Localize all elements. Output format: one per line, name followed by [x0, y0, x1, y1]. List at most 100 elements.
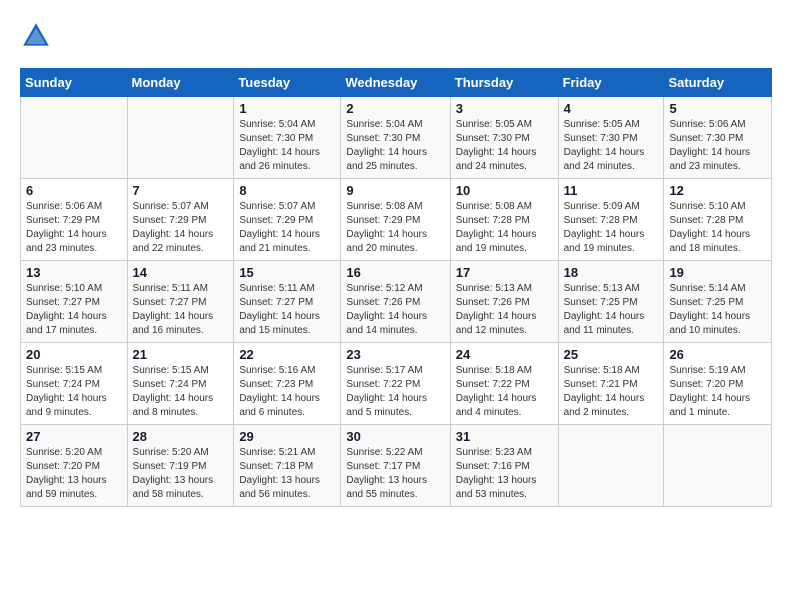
weekday-header: Saturday	[664, 69, 772, 97]
day-info: Sunrise: 5:06 AM Sunset: 7:30 PM Dayligh…	[669, 118, 766, 174]
day-number: 9	[346, 183, 444, 198]
day-number: 14	[133, 265, 229, 280]
calendar-cell	[127, 97, 234, 179]
day-info: Sunrise: 5:22 AM Sunset: 7:17 PM Dayligh…	[346, 446, 444, 502]
day-number: 18	[564, 265, 659, 280]
day-number: 17	[456, 265, 553, 280]
day-info: Sunrise: 5:12 AM Sunset: 7:26 PM Dayligh…	[346, 282, 444, 338]
weekday-header: Thursday	[450, 69, 558, 97]
day-number: 19	[669, 265, 766, 280]
day-info: Sunrise: 5:20 AM Sunset: 7:20 PM Dayligh…	[26, 446, 122, 502]
weekday-header: Friday	[558, 69, 664, 97]
calendar-cell: 25Sunrise: 5:18 AM Sunset: 7:21 PM Dayli…	[558, 343, 664, 425]
day-info: Sunrise: 5:19 AM Sunset: 7:20 PM Dayligh…	[669, 364, 766, 420]
day-number: 22	[239, 347, 335, 362]
calendar-cell	[21, 97, 128, 179]
weekday-header: Monday	[127, 69, 234, 97]
calendar-cell: 27 Sunrise: 5:20 AM Sunset: 7:20 PM Dayli…	[21, 425, 128, 507]
day-info: Sunrise: 5:20 AM Sunset: 7:19 PM Dayligh…	[133, 446, 229, 502]
day-number: 3	[456, 101, 553, 116]
calendar-cell: 15 Sunrise: 5:11 AM Sunset: 7:27 PM Dayli…	[234, 261, 341, 343]
calendar-cell: 21 Sunrise: 5:15 AM Sunset: 7:24 PM Dayli…	[127, 343, 234, 425]
page-header	[20, 20, 772, 52]
logo	[20, 20, 56, 52]
day-number: 8	[239, 183, 335, 198]
weekday-header: Sunday	[21, 69, 128, 97]
weekday-row: SundayMondayTuesdayWednesdayThursdayFrid…	[21, 69, 772, 97]
day-number: 23	[346, 347, 444, 362]
day-info: Sunrise: 5:10 AM Sunset: 7:28 PM Dayligh…	[669, 200, 766, 256]
calendar-cell: 4Sunrise: 5:05 AM Sunset: 7:30 PM Daylig…	[558, 97, 664, 179]
day-info: Sunrise: 5:10 AM Sunset: 7:27 PM Dayligh…	[26, 282, 122, 338]
calendar-cell: 29Sunrise: 5:21 AM Sunset: 7:18 PM Dayli…	[234, 425, 341, 507]
day-number: 24	[456, 347, 553, 362]
day-number: 16	[346, 265, 444, 280]
calendar-table: SundayMondayTuesdayWednesdayThursdayFrid…	[20, 68, 772, 507]
day-number: 10	[456, 183, 553, 198]
day-info: Sunrise: 5:15 AM Sunset: 7:24 PM Dayligh…	[133, 364, 229, 420]
day-info: Sunrise: 5:07 AM Sunset: 7:29 PM Dayligh…	[133, 200, 229, 256]
day-number: 13	[26, 265, 122, 280]
day-number: 15	[239, 265, 335, 280]
calendar-cell: 10 Sunrise: 5:08 AM Sunset: 7:28 PM Dayli…	[450, 179, 558, 261]
day-info: Sunrise: 5:18 AM Sunset: 7:21 PM Dayligh…	[564, 364, 659, 420]
day-number: 26	[669, 347, 766, 362]
calendar-cell	[664, 425, 772, 507]
day-number: 5	[669, 101, 766, 116]
week-row: 20Sunrise: 5:15 AM Sunset: 7:24 PM Dayli…	[21, 343, 772, 425]
calendar-cell: 12 Sunrise: 5:10 AM Sunset: 7:28 PM Dayli…	[664, 179, 772, 261]
calendar-cell: 16 Sunrise: 5:12 AM Sunset: 7:26 PM Dayli…	[341, 261, 450, 343]
weekday-header: Tuesday	[234, 69, 341, 97]
calendar-cell: 8 Sunrise: 5:07 AM Sunset: 7:29 PM Daylig…	[234, 179, 341, 261]
day-number: 28	[133, 429, 229, 444]
calendar-cell: 31Sunrise: 5:23 AM Sunset: 7:16 PM Dayli…	[450, 425, 558, 507]
day-info: Sunrise: 5:14 AM Sunset: 7:25 PM Dayligh…	[669, 282, 766, 338]
day-number: 21	[133, 347, 229, 362]
day-info: Sunrise: 5:04 AM Sunset: 7:30 PM Dayligh…	[346, 118, 444, 174]
week-row: 6 Sunrise: 5:06 AM Sunset: 7:29 PM Daylig…	[21, 179, 772, 261]
day-info: Sunrise: 5:07 AM Sunset: 7:29 PM Dayligh…	[239, 200, 335, 256]
day-info: Sunrise: 5:11 AM Sunset: 7:27 PM Dayligh…	[133, 282, 229, 338]
calendar-cell: 20Sunrise: 5:15 AM Sunset: 7:24 PM Dayli…	[21, 343, 128, 425]
day-number: 6	[26, 183, 122, 198]
calendar-header: SundayMondayTuesdayWednesdayThursdayFrid…	[21, 69, 772, 97]
day-number: 12	[669, 183, 766, 198]
calendar-cell: 19 Sunrise: 5:14 AM Sunset: 7:25 PM Dayli…	[664, 261, 772, 343]
day-info: Sunrise: 5:06 AM Sunset: 7:29 PM Dayligh…	[26, 200, 122, 256]
calendar-cell: 3 Sunrise: 5:05 AM Sunset: 7:30 PM Daylig…	[450, 97, 558, 179]
calendar-cell: 22Sunrise: 5:16 AM Sunset: 7:23 PM Dayli…	[234, 343, 341, 425]
calendar-body: 1 Sunrise: 5:04 AM Sunset: 7:30 PM Daylig…	[21, 97, 772, 507]
calendar-cell: 6 Sunrise: 5:06 AM Sunset: 7:29 PM Daylig…	[21, 179, 128, 261]
day-info: Sunrise: 5:09 AM Sunset: 7:28 PM Dayligh…	[564, 200, 659, 256]
weekday-header: Wednesday	[341, 69, 450, 97]
day-info: Sunrise: 5:17 AM Sunset: 7:22 PM Dayligh…	[346, 364, 444, 420]
day-number: 27	[26, 429, 122, 444]
calendar-cell: 14 Sunrise: 5:11 AM Sunset: 7:27 PM Dayli…	[127, 261, 234, 343]
calendar-cell: 1 Sunrise: 5:04 AM Sunset: 7:30 PM Daylig…	[234, 97, 341, 179]
calendar-cell: 17 Sunrise: 5:13 AM Sunset: 7:26 PM Dayli…	[450, 261, 558, 343]
calendar-cell: 30 Sunrise: 5:22 AM Sunset: 7:17 PM Dayli…	[341, 425, 450, 507]
day-number: 31	[456, 429, 553, 444]
calendar-cell: 5 Sunrise: 5:06 AM Sunset: 7:30 PM Daylig…	[664, 97, 772, 179]
day-info: Sunrise: 5:08 AM Sunset: 7:29 PM Dayligh…	[346, 200, 444, 256]
logo-icon	[20, 20, 52, 52]
day-info: Sunrise: 5:04 AM Sunset: 7:30 PM Dayligh…	[239, 118, 335, 174]
calendar-cell: 11 Sunrise: 5:09 AM Sunset: 7:28 PM Dayli…	[558, 179, 664, 261]
week-row: 13 Sunrise: 5:10 AM Sunset: 7:27 PM Dayli…	[21, 261, 772, 343]
calendar-cell: 23 Sunrise: 5:17 AM Sunset: 7:22 PM Dayli…	[341, 343, 450, 425]
calendar-cell: 24Sunrise: 5:18 AM Sunset: 7:22 PM Dayli…	[450, 343, 558, 425]
calendar-cell: 28 Sunrise: 5:20 AM Sunset: 7:19 PM Dayli…	[127, 425, 234, 507]
calendar-cell	[558, 425, 664, 507]
day-number: 11	[564, 183, 659, 198]
day-info: Sunrise: 5:13 AM Sunset: 7:26 PM Dayligh…	[456, 282, 553, 338]
day-info: Sunrise: 5:21 AM Sunset: 7:18 PM Dayligh…	[239, 446, 335, 502]
day-info: Sunrise: 5:05 AM Sunset: 7:30 PM Dayligh…	[564, 118, 659, 174]
day-number: 1	[239, 101, 335, 116]
week-row: 1 Sunrise: 5:04 AM Sunset: 7:30 PM Daylig…	[21, 97, 772, 179]
day-info: Sunrise: 5:05 AM Sunset: 7:30 PM Dayligh…	[456, 118, 553, 174]
day-number: 30	[346, 429, 444, 444]
day-info: Sunrise: 5:11 AM Sunset: 7:27 PM Dayligh…	[239, 282, 335, 338]
calendar-cell: 7Sunrise: 5:07 AM Sunset: 7:29 PM Daylig…	[127, 179, 234, 261]
week-row: 27 Sunrise: 5:20 AM Sunset: 7:20 PM Dayli…	[21, 425, 772, 507]
day-info: Sunrise: 5:08 AM Sunset: 7:28 PM Dayligh…	[456, 200, 553, 256]
